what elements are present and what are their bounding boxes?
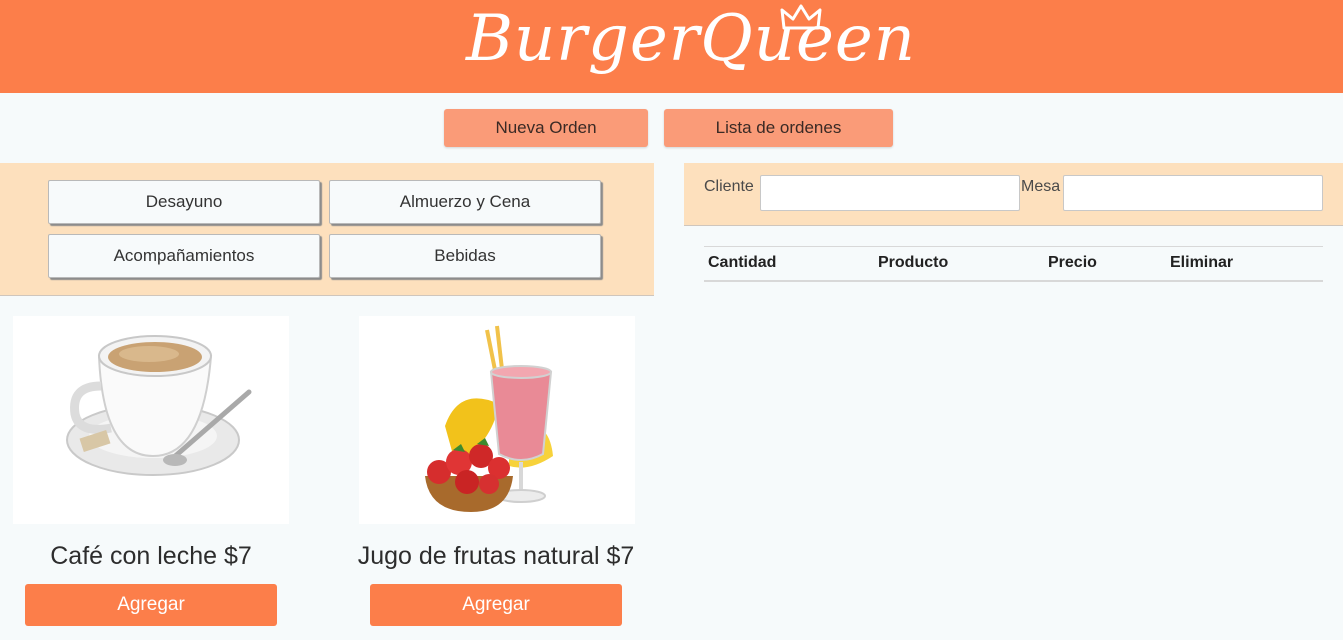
category-drinks-button[interactable]: Bebidas [329,234,601,278]
brand-logo: BurgerQueen [0,0,1343,93]
fruit-smoothie-icon [425,325,553,512]
category-panel: Desayuno Almuerzo y Cena Acompañamientos… [0,163,654,296]
crown-icon [780,4,822,30]
category-lunch-dinner-button[interactable]: Almuerzo y Cena [329,180,601,224]
column-delete: Eliminar [1170,254,1234,271]
product-image-coffee [13,316,289,524]
brand-name: BurgerQueen [466,2,916,76]
category-sides-button[interactable]: Acompañamientos [48,234,320,278]
client-label: Cliente [704,178,754,195]
order-list-button[interactable]: Lista de ordenes [664,109,893,147]
column-quantity: Cantidad [708,254,777,271]
app-header: BurgerQueen [0,0,1343,93]
table-label: Mesa [1021,178,1061,195]
new-order-button[interactable]: Nueva Orden [444,109,648,147]
category-breakfast-button[interactable]: Desayuno [48,180,320,224]
product-name-juice: Jugo de frutas natural $7 [357,542,635,570]
add-juice-button[interactable]: Agregar [370,584,622,626]
product-name-coffee: Café con leche $7 [50,542,252,570]
add-coffee-button[interactable]: Agregar [25,584,277,626]
coffee-cup-icon [66,335,252,476]
client-input[interactable] [760,175,1020,211]
column-price: Precio [1048,254,1097,271]
order-table-header: Cantidad Producto Precio Eliminar [704,246,1323,282]
product-image-juice [359,316,635,524]
table-input[interactable] [1063,175,1323,211]
column-product: Producto [878,254,949,271]
